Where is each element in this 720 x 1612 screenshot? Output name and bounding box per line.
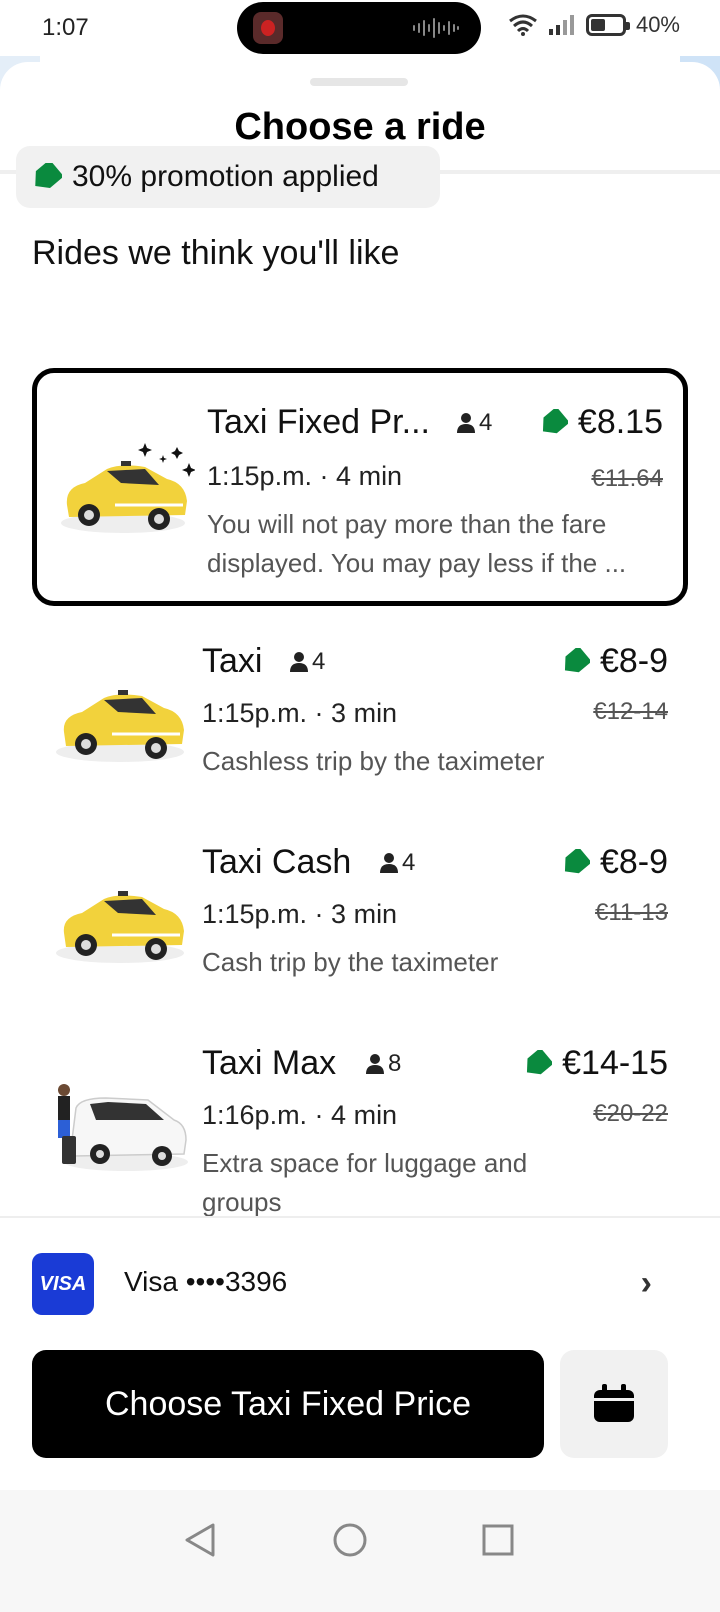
island-avatar bbox=[253, 12, 283, 44]
chevron-right-icon: › bbox=[640, 1264, 652, 1302]
ride-eta: 1:15p.m. · 3 min bbox=[202, 899, 398, 929]
ride-name: Taxi bbox=[202, 642, 263, 680]
ride-price: €14-15 bbox=[522, 1044, 668, 1083]
recents-square-icon bbox=[482, 1524, 514, 1556]
nav-back-button[interactable] bbox=[170, 1510, 230, 1570]
ride-name: Taxi Cash bbox=[202, 843, 352, 881]
original-price: €11.64 bbox=[591, 465, 663, 492]
capacity-count: 8 bbox=[388, 1050, 402, 1077]
status-icons: 40% bbox=[508, 12, 680, 38]
person-icon bbox=[366, 1054, 384, 1074]
capacity-count: 4 bbox=[479, 409, 493, 436]
dynamic-island[interactable] bbox=[237, 2, 481, 54]
ride-option-taxi-max[interactable]: Taxi Max 8 €14-15 1:16p.m. · 4 min €20-2… bbox=[32, 1028, 688, 1216]
choose-ride-button[interactable]: Choose Taxi Fixed Price bbox=[32, 1350, 544, 1458]
battery-icon bbox=[585, 14, 630, 36]
battery-percent: 40% bbox=[635, 12, 680, 37]
ride-name: Taxi Fixed Pr... bbox=[207, 403, 430, 441]
sheet-grabber[interactable] bbox=[310, 78, 408, 86]
price-value: €8-9 bbox=[599, 843, 668, 881]
capacity: 4 bbox=[378, 849, 415, 877]
visa-card-icon: VISA bbox=[32, 1253, 94, 1315]
system-navigation-bar bbox=[0, 1490, 720, 1612]
minivan-icon bbox=[58, 1084, 188, 1171]
audio-wave-icon bbox=[413, 18, 459, 38]
section-title: Rides we think you'll like bbox=[32, 234, 400, 272]
taxi-car-icon bbox=[56, 891, 184, 963]
signal-icon bbox=[548, 15, 574, 35]
payment-method-label: Visa ••••3396 bbox=[124, 1266, 288, 1297]
ride-eta: 1:16p.m. · 4 min bbox=[202, 1100, 398, 1130]
back-triangle-icon bbox=[185, 1523, 215, 1557]
home-circle-icon bbox=[333, 1523, 367, 1557]
calendar-icon bbox=[594, 1384, 634, 1422]
promo-tag-icon bbox=[527, 1049, 553, 1074]
ride-price: €8-9 bbox=[560, 642, 668, 681]
person-icon bbox=[457, 413, 475, 433]
ride-description: Cash trip by the taximeter bbox=[202, 947, 499, 977]
original-price: €12-14 bbox=[593, 698, 668, 725]
ride-eta: 1:15p.m. · 4 min bbox=[207, 461, 403, 491]
nav-recents-button[interactable] bbox=[468, 1510, 528, 1570]
taxi-car-icon bbox=[56, 690, 184, 762]
status-time: 1:07 bbox=[42, 14, 89, 41]
original-price: €20-22 bbox=[593, 1100, 668, 1127]
ride-option-taxi-cash[interactable]: Taxi Cash 4 €8-9 1:15p.m. · 3 min €11-13… bbox=[32, 827, 688, 1007]
promotion-badge[interactable]: 30% promotion applied bbox=[16, 146, 440, 208]
page-title: Choose a ride bbox=[234, 106, 486, 148]
payment-method-row[interactable]: VISA Visa ••••3396 › bbox=[0, 1250, 720, 1316]
status-bar: 1:07 40% bbox=[0, 0, 720, 56]
ride-description: Cashless trip by the taximeter bbox=[202, 746, 545, 776]
capacity: 8 bbox=[364, 1050, 401, 1078]
person-icon bbox=[380, 853, 398, 873]
capacity-count: 4 bbox=[402, 849, 416, 876]
capacity: 4 bbox=[455, 409, 492, 437]
ride-price: €8.15 bbox=[538, 403, 663, 442]
original-price: €11-13 bbox=[595, 899, 668, 926]
ride-option-taxi-fixed-price[interactable]: Taxi Fixed Pr... 4 €8.15 1:15p.m. · 4 mi… bbox=[32, 368, 688, 606]
ride-eta: 1:15p.m. · 3 min bbox=[202, 698, 398, 728]
ride-description: You will not pay more than the fare disp… bbox=[207, 509, 627, 578]
promo-tag-icon bbox=[542, 408, 568, 433]
ride-price: €8-9 bbox=[560, 843, 668, 882]
promo-tag-icon bbox=[35, 163, 62, 188]
schedule-ride-button[interactable] bbox=[560, 1350, 668, 1458]
capacity: 4 bbox=[288, 648, 325, 676]
ride-description: Extra space for luggage and groups bbox=[202, 1148, 528, 1216]
promo-tag-icon bbox=[564, 848, 590, 873]
promotion-text: 30% promotion applied bbox=[72, 160, 379, 193]
ride-name: Taxi Max bbox=[202, 1044, 337, 1082]
promo-tag-icon bbox=[564, 647, 590, 672]
nav-home-button[interactable] bbox=[320, 1510, 380, 1570]
person-icon bbox=[290, 652, 308, 672]
price-value: €14-15 bbox=[562, 1044, 668, 1082]
ride-option-taxi[interactable]: Taxi 4 €8-9 1:15p.m. · 3 min €12-14 Cash… bbox=[32, 626, 688, 806]
price-value: €8-9 bbox=[599, 642, 668, 680]
divider bbox=[0, 1216, 720, 1218]
taxi-car-icon bbox=[61, 443, 195, 533]
wifi-icon bbox=[509, 14, 537, 36]
capacity-count: 4 bbox=[312, 648, 326, 675]
price-value: €8.15 bbox=[577, 403, 663, 441]
